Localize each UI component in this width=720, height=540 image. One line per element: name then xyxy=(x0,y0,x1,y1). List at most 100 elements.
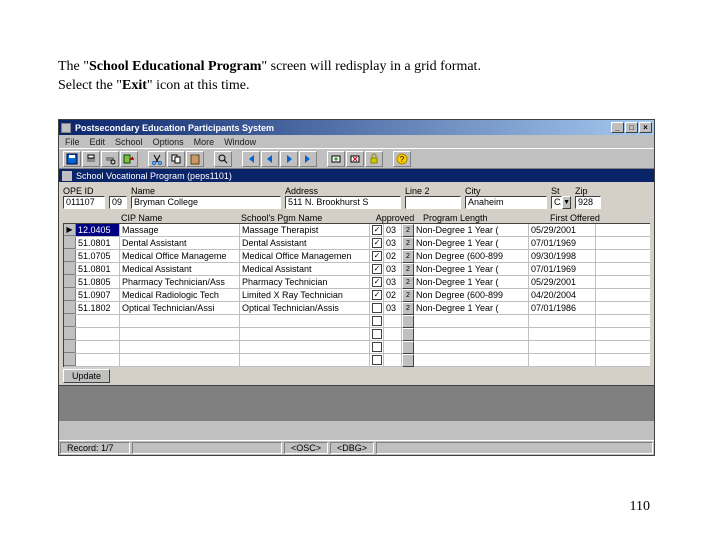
table-row[interactable]: 51.0705Medical Office ManagemeMedical Of… xyxy=(64,250,650,263)
menu-file[interactable]: File xyxy=(65,137,80,147)
seq-dropdown-icon[interactable]: 2 xyxy=(402,289,414,302)
table-row[interactable]: 51.1802Optical Technician/AssiOptical Te… xyxy=(64,302,650,315)
cell-first-offered[interactable] xyxy=(529,354,596,366)
cell-first-offered[interactable]: 05/29/2001 xyxy=(529,224,596,236)
cell-first-offered[interactable] xyxy=(529,315,596,327)
cell-seq[interactable] xyxy=(384,315,402,327)
table-row[interactable]: 51.0801Dental AssistantDental Assistant✓… xyxy=(64,237,650,250)
cell-program-length[interactable] xyxy=(414,328,529,340)
cell-pgm-name[interactable] xyxy=(240,328,370,340)
print-icon[interactable] xyxy=(82,151,100,167)
address-field[interactable]: 511 N. Brookhurst S xyxy=(285,196,401,209)
cell-seq[interactable] xyxy=(384,341,402,353)
cell-cip-name[interactable] xyxy=(120,328,240,340)
approved-checkbox[interactable] xyxy=(372,329,382,339)
table-row[interactable] xyxy=(64,315,650,328)
cell-program-length[interactable]: Non-Degree 1 Year ( xyxy=(414,276,529,288)
cell-cip-code[interactable]: 51.0801 xyxy=(76,237,120,249)
cell-program-length[interactable]: Non Degree (600-899 xyxy=(414,289,529,301)
paste-icon[interactable] xyxy=(186,151,204,167)
table-row[interactable] xyxy=(64,341,650,354)
cell-cip-name[interactable] xyxy=(120,341,240,353)
seq-dropdown-icon[interactable]: 2 xyxy=(402,302,414,315)
approved-checkbox[interactable]: ✓ xyxy=(372,290,382,300)
cell-program-length[interactable]: Non-Degree 1 Year ( xyxy=(414,302,529,314)
cell-program-length[interactable]: Non-Degree 1 Year ( xyxy=(414,263,529,275)
cell-cip-code[interactable]: 51.1802 xyxy=(76,302,120,314)
search-icon[interactable] xyxy=(214,151,232,167)
cell-first-offered[interactable] xyxy=(529,328,596,340)
approved-checkbox[interactable] xyxy=(372,355,382,365)
delete-record-icon[interactable] xyxy=(346,151,364,167)
cell-program-length[interactable] xyxy=(414,315,529,327)
seq-dropdown-icon[interactable]: 2 xyxy=(402,276,414,289)
table-row[interactable]: 51.0805Pharmacy Technician/AssPharmacy T… xyxy=(64,276,650,289)
row-marker[interactable] xyxy=(64,289,76,301)
lock-icon[interactable] xyxy=(365,151,383,167)
cell-pgm-name[interactable] xyxy=(240,315,370,327)
cell-cip-code[interactable] xyxy=(76,328,120,340)
table-row[interactable]: 51.0907Medical Radiologic TechLimited X … xyxy=(64,289,650,302)
seq-dropdown-icon[interactable] xyxy=(402,341,414,354)
cell-seq[interactable]: 02 xyxy=(384,289,402,301)
row-marker[interactable] xyxy=(64,276,76,288)
row-marker[interactable] xyxy=(64,237,76,249)
maximize-button[interactable]: □ xyxy=(625,122,638,133)
print-setup-icon[interactable] xyxy=(101,151,119,167)
cell-cip-name[interactable]: Medical Assistant xyxy=(120,263,240,275)
seq-dropdown-icon[interactable]: 2 xyxy=(402,250,414,263)
seq-dropdown-icon[interactable] xyxy=(402,354,414,367)
menu-window[interactable]: Window xyxy=(224,137,256,147)
cell-program-length[interactable]: Non-Degree 1 Year ( xyxy=(414,224,529,236)
cell-seq[interactable]: 03 xyxy=(384,302,402,314)
cell-pgm-name[interactable]: Medical Assistant xyxy=(240,263,370,275)
cell-cip-name[interactable] xyxy=(120,354,240,366)
cell-seq[interactable]: 02 xyxy=(384,250,402,262)
approved-checkbox[interactable]: ✓ xyxy=(372,225,382,235)
approved-checkbox[interactable] xyxy=(372,303,382,313)
seq-dropdown-icon[interactable] xyxy=(402,328,414,341)
menu-options[interactable]: Options xyxy=(153,137,184,147)
first-record-icon[interactable] xyxy=(242,151,260,167)
cell-pgm-name[interactable]: Limited X Ray Technician xyxy=(240,289,370,301)
insert-record-icon[interactable] xyxy=(327,151,345,167)
cell-cip-name[interactable]: Medical Radiologic Tech xyxy=(120,289,240,301)
prev-record-icon[interactable] xyxy=(261,151,279,167)
cell-cip-code[interactable]: 51.0705 xyxy=(76,250,120,262)
name-field[interactable]: Bryman College xyxy=(131,196,281,209)
cell-first-offered[interactable]: 09/30/1998 xyxy=(529,250,596,262)
approved-checkbox[interactable]: ✓ xyxy=(372,264,382,274)
update-button[interactable]: Update xyxy=(63,369,110,383)
row-marker[interactable] xyxy=(64,302,76,314)
cell-cip-code[interactable] xyxy=(76,315,120,327)
cell-pgm-name[interactable]: Massage Therapist xyxy=(240,224,370,236)
cell-cip-name[interactable]: Optical Technician/Assi xyxy=(120,302,240,314)
table-row[interactable] xyxy=(64,328,650,341)
cell-approved[interactable]: ✓ xyxy=(370,276,384,288)
ope-id-field[interactable]: 011107 xyxy=(63,196,105,209)
row-marker[interactable] xyxy=(64,341,76,353)
cell-approved[interactable]: ✓ xyxy=(370,250,384,262)
approved-checkbox[interactable]: ✓ xyxy=(372,251,382,261)
exit-icon[interactable] xyxy=(120,151,138,167)
menu-more[interactable]: More xyxy=(194,137,215,147)
cell-approved[interactable]: ✓ xyxy=(370,237,384,249)
cell-approved[interactable]: ✓ xyxy=(370,224,384,236)
copy-icon[interactable] xyxy=(167,151,185,167)
cell-cip-code[interactable]: 51.0907 xyxy=(76,289,120,301)
cell-first-offered[interactable]: 05/29/2001 xyxy=(529,276,596,288)
menu-edit[interactable]: Edit xyxy=(90,137,106,147)
table-row[interactable]: ▶12.0405MassageMassage Therapist✓032Non-… xyxy=(64,224,650,237)
cell-approved[interactable] xyxy=(370,302,384,314)
cell-program-length[interactable]: Non Degree (600-899 xyxy=(414,250,529,262)
cell-cip-code[interactable]: 51.0805 xyxy=(76,276,120,288)
ope-suffix-field[interactable]: 09 xyxy=(109,196,127,209)
row-marker[interactable] xyxy=(64,263,76,275)
cell-cip-name[interactable]: Medical Office Manageme xyxy=(120,250,240,262)
close-button[interactable]: × xyxy=(639,122,652,133)
cell-first-offered[interactable]: 07/01/1969 xyxy=(529,263,596,275)
line2-field[interactable] xyxy=(405,196,461,209)
cell-cip-name[interactable]: Dental Assistant xyxy=(120,237,240,249)
state-dropdown-icon[interactable]: ▼ xyxy=(562,196,571,209)
cell-seq[interactable]: 03 xyxy=(384,224,402,236)
